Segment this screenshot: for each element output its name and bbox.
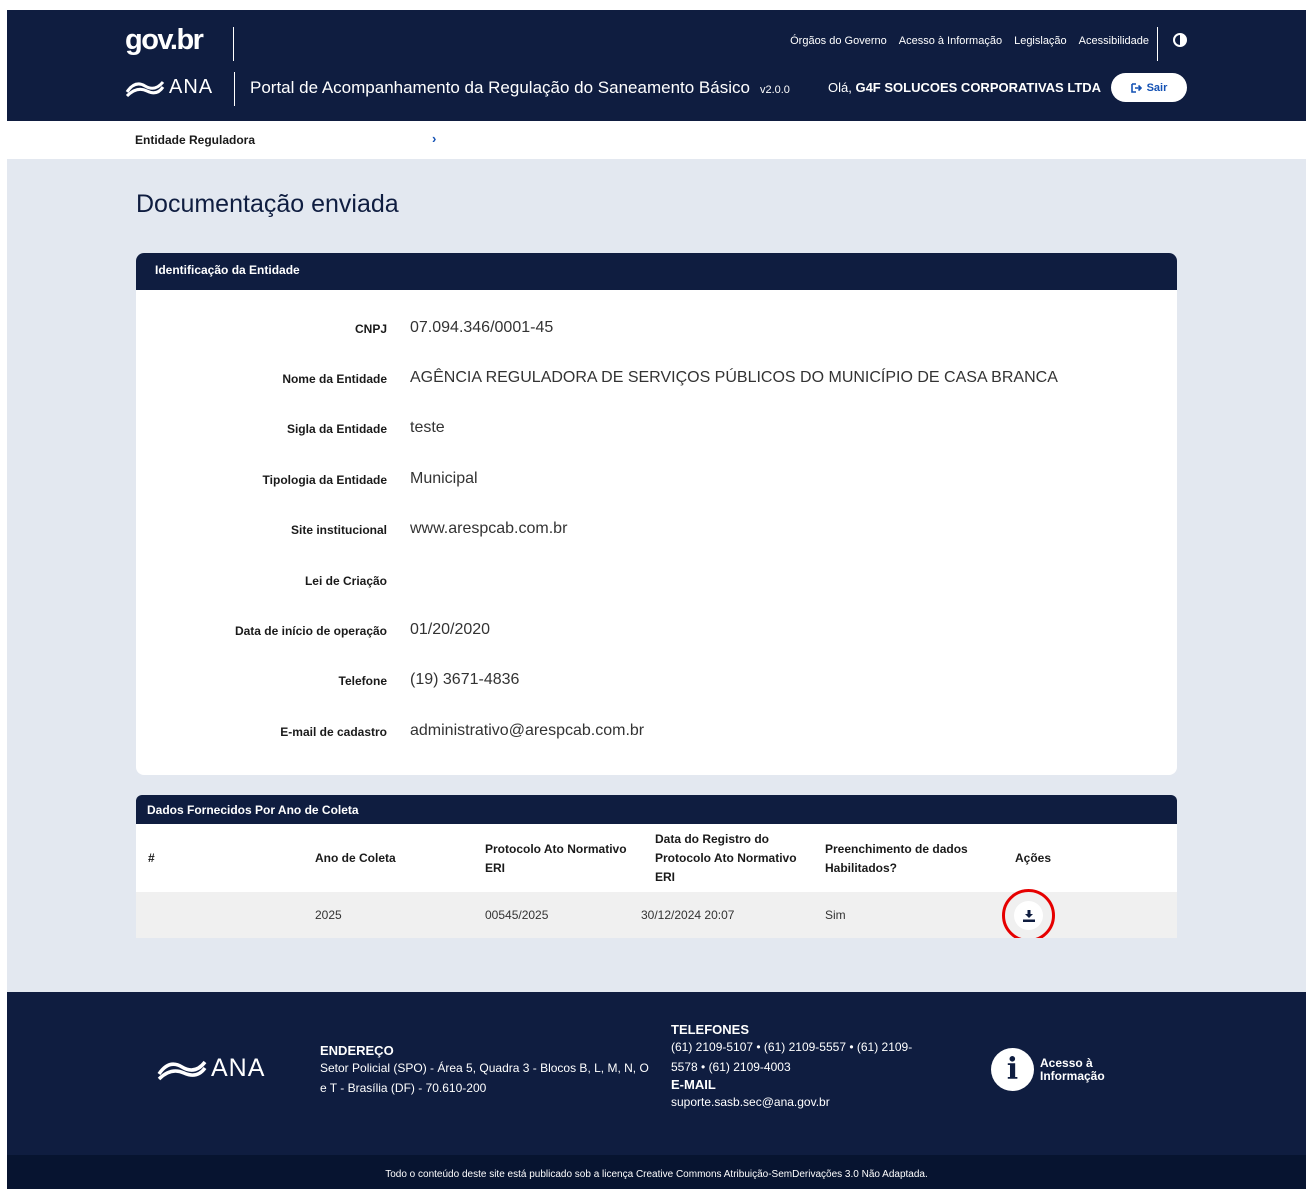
- field-value: administrativo@arespcab.com.br: [410, 722, 645, 739]
- field-value: www.arespcab.com.br: [410, 520, 568, 537]
- table-header-bar: Dados Fornecidos Por Ano de Coleta: [136, 795, 1177, 824]
- breadcrumb-item[interactable]: Entidade Reguladora: [135, 133, 255, 147]
- column-header-protocolo: Protocolo Ato Normativo ERI: [485, 842, 627, 875]
- user-greeting: Olá, G4F SOLUCOES CORPORATIVAS LTDA: [828, 80, 1101, 95]
- email-text[interactable]: suporte.sasb.sec@ana.gov.br: [671, 1092, 921, 1112]
- site-footer: ANA ENDEREÇO Setor Policial (SPO) - Área…: [7, 992, 1306, 1155]
- header-divider: [1157, 27, 1158, 61]
- portal-title-text: Portal de Acompanhamento da Regulação do…: [250, 78, 750, 97]
- download-button[interactable]: [1014, 901, 1043, 930]
- field-label: Sigla da Entidade: [286, 422, 387, 436]
- field-label: Site institucional: [290, 523, 387, 537]
- field-sigla-entidade: Sigla da Entidade teste: [136, 419, 1177, 441]
- download-icon: [1022, 909, 1035, 922]
- field-value: AGÊNCIA REGULADORA DE SERVIÇOS PÚBLICOS …: [410, 369, 1058, 386]
- logout-icon: [1130, 82, 1142, 93]
- card-header: Identificação da Entidade: [136, 253, 1177, 290]
- version-label: v2.0.0: [759, 84, 790, 96]
- column-header-acoes: Ações: [1015, 851, 1052, 865]
- cell-preenchimento: Sim: [825, 908, 846, 922]
- logout-button[interactable]: Sair: [1111, 73, 1187, 102]
- field-value: (19) 3671-4836: [410, 671, 520, 688]
- ana-logo[interactable]: ANA: [125, 76, 213, 99]
- field-value: 01/20/2020: [410, 621, 491, 638]
- chevron-right-icon[interactable]: ›: [432, 131, 436, 146]
- data-by-year-table: Dados Fornecidos Por Ano de Coleta # Ano…: [136, 795, 1177, 938]
- field-site-institucional: Site institucional www.arespcab.com.br: [136, 520, 1177, 542]
- field-label: E-mail de cadastro: [280, 725, 387, 739]
- ana-wave-icon: [125, 80, 165, 97]
- field-cnpj: CNPJ 07.094.346/0001-45: [136, 319, 1177, 341]
- ana-wave-icon: [157, 1060, 207, 1080]
- page-title: Documentação enviada: [136, 190, 399, 218]
- column-header-preenchimento: Preenchimento de dados Habilitados?: [825, 842, 968, 875]
- field-email-cadastro: E-mail de cadastro administrativo@arespc…: [136, 722, 1177, 744]
- page: gov.br Órgãos do Governo Acesso à Inform…: [7, 10, 1306, 1189]
- license-notice: Todo o conteúdo deste site está publicad…: [7, 1155, 1306, 1189]
- email-title: E-MAIL: [671, 1077, 716, 1092]
- breadcrumb: Entidade Reguladora ›: [7, 121, 1306, 159]
- contrast-icon[interactable]: [1173, 33, 1187, 47]
- ana-logo-text: ANA: [169, 76, 214, 98]
- field-lei-criacao: Lei de Criação: [136, 571, 1177, 593]
- phones-text: (61) 2109-5107 • (61) 2109-5557 • (61) 2…: [671, 1040, 913, 1074]
- site-header: gov.br Órgãos do Governo Acesso à Inform…: [7, 10, 1306, 121]
- field-value: 07.094.346/0001-45: [410, 319, 554, 336]
- footer-ana-logo[interactable]: ANA: [157, 1054, 265, 1083]
- field-tipologia-entidade: Tipologia da Entidade Municipal: [136, 470, 1177, 492]
- footer-address: ENDEREÇO Setor Policial (SPO) - Área 5, …: [320, 1043, 650, 1098]
- column-header-number: #: [148, 851, 155, 865]
- field-label: Lei de Criação: [304, 574, 387, 588]
- acesso-informacao-link[interactable]: i Acesso à Informação: [991, 1048, 1115, 1091]
- user-name: G4F SOLUCOES CORPORATIVAS LTDA: [855, 80, 1102, 95]
- column-header-data-registro: Data do Registro do Protocolo Ato Normat…: [655, 832, 797, 884]
- field-label: CNPJ: [354, 322, 387, 336]
- link-acesso-a-informacao[interactable]: Acesso à Informação: [899, 35, 1002, 47]
- field-label: Telefone: [338, 674, 387, 688]
- greeting-prefix: Olá,: [828, 80, 852, 95]
- field-telefone: Telefone (19) 3671-4836: [136, 671, 1177, 693]
- logout-label: Sair: [1146, 81, 1168, 94]
- link-legislacao[interactable]: Legislação: [1014, 35, 1067, 47]
- footer-contacts: TELEFONES (61) 2109-5107 • (61) 2109-555…: [671, 1022, 921, 1112]
- field-data-inicio-operacao: Data de início de operação 01/20/2020: [136, 621, 1177, 643]
- link-orgaos-do-governo[interactable]: Órgãos do Governo: [790, 35, 887, 47]
- phones-title: TELEFONES: [671, 1022, 750, 1037]
- cell-ano-coleta: 2025: [315, 908, 342, 922]
- table-row: 2025 00545/2025 30/12/2024 20:07 Sim: [136, 889, 1177, 938]
- footer-logo-text: ANA: [211, 1054, 266, 1082]
- field-value: teste: [410, 419, 445, 436]
- top-links: Órgãos do Governo Acesso à Informação Le…: [790, 35, 1149, 47]
- cell-data-registro: 30/12/2024 20:07: [641, 908, 735, 922]
- entity-identification-card: Identificação da Entidade CNPJ 07.094.34…: [136, 253, 1177, 775]
- field-label: Data de início de operação: [234, 624, 387, 638]
- address-title: ENDEREÇO: [320, 1043, 394, 1058]
- address-text: Setor Policial (SPO) - Área 5, Quadra 3 …: [320, 1061, 649, 1095]
- portal-title: Portal de Acompanhamento da Regulação do…: [250, 78, 790, 98]
- cell-protocolo: 00545/2025: [485, 908, 549, 922]
- column-header-ano-coleta: Ano de Coleta: [315, 851, 396, 865]
- info-icon: i: [991, 1048, 1034, 1091]
- field-label: Nome da Entidade: [282, 372, 387, 386]
- govbr-logo[interactable]: gov.br: [125, 24, 204, 57]
- link-acessibilidade[interactable]: Acessibilidade: [1079, 35, 1149, 47]
- header-divider: [233, 27, 234, 61]
- field-value: Municipal: [410, 470, 478, 487]
- acesso-informacao-label: Acesso à Informação: [1040, 1055, 1105, 1083]
- header-divider: [234, 72, 235, 106]
- field-nome-entidade: Nome da Entidade AGÊNCIA REGULADORA DE S…: [136, 369, 1177, 391]
- field-label: Tipologia da Entidade: [262, 473, 387, 487]
